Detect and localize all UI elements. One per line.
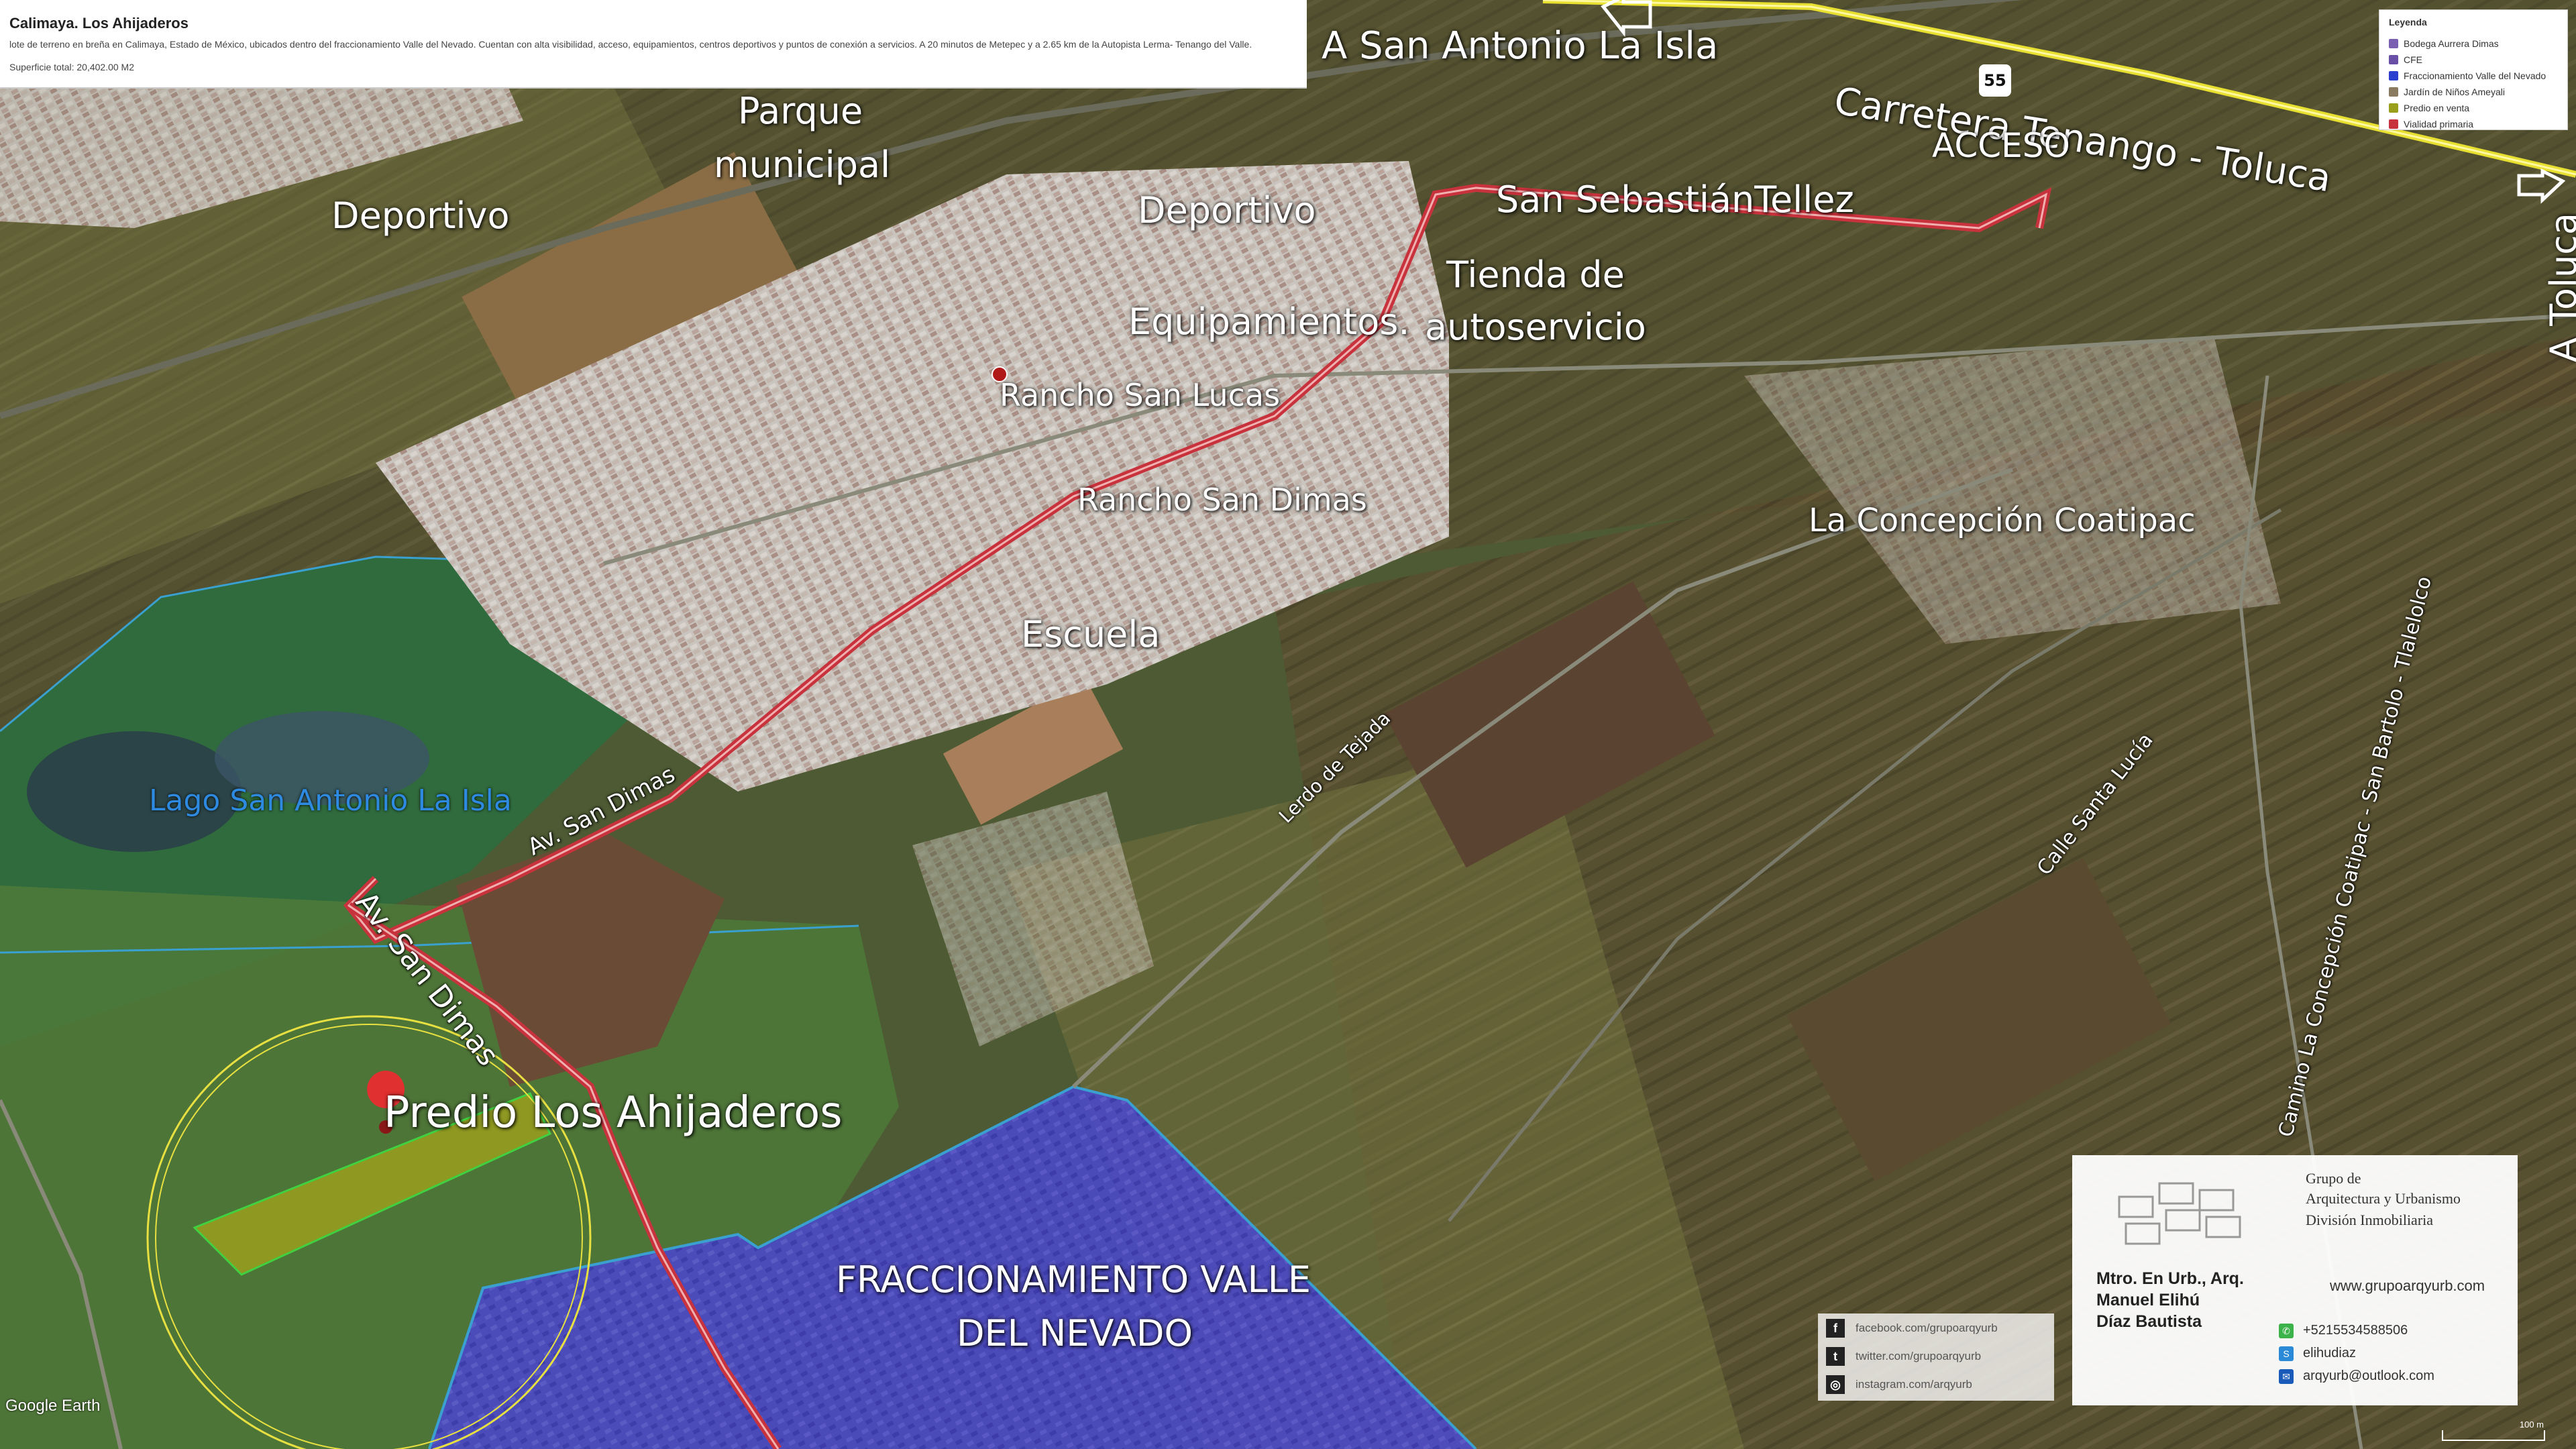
card-org-line3: División Inmobiliaria bbox=[2306, 1212, 2434, 1228]
info-title: Calimaya. Los Ahijaderos bbox=[9, 15, 189, 32]
social-panel: f facebook.com/grupoarqyurb t twitter.com/… bbox=[1818, 1313, 2054, 1401]
instagram-icon: ◎ bbox=[1826, 1375, 1845, 1394]
social-facebook[interactable]: f facebook.com/grupoarqyurb bbox=[1826, 1319, 1998, 1338]
info-surface: Superficie total: 20,402.00 M2 bbox=[9, 62, 135, 72]
label-lago: Lago San Antonio La Isla bbox=[149, 784, 512, 818]
info-description: lote de terreno en breña en Calimaya, Es… bbox=[9, 39, 1252, 50]
label-autoservicio: autoservicio bbox=[1425, 306, 1646, 348]
label-rancho-san-dimas: Rancho San Dimas bbox=[1077, 482, 1367, 518]
company-logo bbox=[2118, 1182, 2241, 1245]
label-deportivo-2: Deportivo bbox=[1138, 189, 1316, 231]
twitter-icon: t bbox=[1826, 1347, 1845, 1366]
email-icon: ✉ bbox=[2279, 1368, 2294, 1384]
label-predio: Predio Los Ahijaderos bbox=[384, 1088, 843, 1138]
card-website[interactable]: www.grupoarqyurb.com bbox=[2330, 1277, 2485, 1295]
legend-item: Vialidad primaria bbox=[2389, 117, 2473, 131]
legend-heading: Leyenda bbox=[2389, 17, 2427, 28]
card-name-line3: Díaz Bautista bbox=[2096, 1312, 2202, 1331]
legend-item: Predio en venta bbox=[2389, 101, 2469, 115]
label-municipal: municipal bbox=[714, 144, 891, 186]
legend-item: Fraccionamiento Valle del Nevado bbox=[2389, 69, 2546, 83]
social-twitter[interactable]: t twitter.com/grupoarqyurb bbox=[1826, 1347, 1981, 1366]
legend-item: CFE bbox=[2389, 53, 2422, 66]
card-skype[interactable]: Selihudiaz bbox=[2279, 1346, 2356, 1361]
whatsapp-icon: ✆ bbox=[2279, 1323, 2294, 1338]
card-org-line1: Grupo de bbox=[2306, 1170, 2361, 1187]
label-a-san-antonio: A San Antonio La Isla bbox=[1322, 24, 1719, 68]
social-instagram[interactable]: ◎ instagram.com/arqyurb bbox=[1826, 1375, 1972, 1394]
card-name-line1: Mtro. En Urb., Arq. bbox=[2096, 1269, 2244, 1288]
label-fracc-2: DEL NEVADO bbox=[957, 1312, 1193, 1354]
label-equipamientos: Equipamientos. bbox=[1128, 301, 1410, 343]
label-tienda: Tienda de bbox=[1446, 254, 1625, 296]
label-acceso: ACCESO bbox=[1932, 126, 2070, 165]
business-card: Grupo de Arquitectura y Urbanismo Divisi… bbox=[2072, 1155, 2518, 1405]
card-org-line2: Arquitectura y Urbanismo bbox=[2306, 1190, 2461, 1207]
label-rancho-san-lucas: Rancho San Lucas bbox=[1000, 377, 1281, 413]
legend-item: Jardín de Niños Ameyali bbox=[2389, 85, 2505, 99]
label-escuela: Escuela bbox=[1021, 613, 1161, 655]
road-icon bbox=[2389, 119, 2398, 129]
label-san-sebastian: San SebastiánTellez bbox=[1496, 178, 1854, 221]
parcel-icon bbox=[2389, 103, 2398, 113]
card-name-line2: Manuel Elihú bbox=[2096, 1291, 2200, 1309]
label-a-toluca: A Toluca bbox=[2542, 213, 2576, 362]
building-icon bbox=[2389, 55, 2398, 64]
skype-icon: S bbox=[2279, 1346, 2294, 1361]
highway-shield-icon: 55 bbox=[1979, 64, 2011, 97]
info-panel: Calimaya. Los Ahijaderos lote de terreno… bbox=[0, 0, 1307, 89]
label-deportivo-1: Deportivo bbox=[331, 195, 510, 237]
card-phone[interactable]: ✆ +5215534588506 bbox=[2279, 1323, 2408, 1338]
label-parque: Parque bbox=[738, 90, 863, 132]
facebook-icon: f bbox=[1826, 1319, 1845, 1338]
label-fracc-1: FRACCIONAMIENTO VALLE bbox=[836, 1258, 1311, 1301]
store-icon bbox=[2389, 39, 2398, 48]
scale-bar: 100 m bbox=[2442, 1419, 2545, 1441]
polygon-icon bbox=[2389, 71, 2398, 80]
school-icon bbox=[2389, 87, 2398, 97]
google-earth-logo: Google Earth bbox=[5, 1397, 101, 1415]
label-la-concepcion: La Concepción Coatipac bbox=[1809, 502, 2196, 539]
card-email[interactable]: ✉ arqyurb@outlook.com bbox=[2279, 1368, 2434, 1384]
legend: Leyenda Bodega Aurrera Dimas CFE Fraccio… bbox=[2379, 9, 2568, 130]
legend-item: Bodega Aurrera Dimas bbox=[2389, 37, 2499, 50]
